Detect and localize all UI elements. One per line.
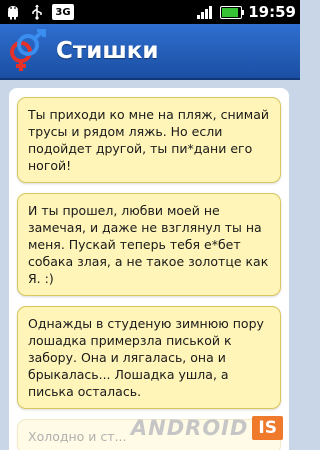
battery-icon <box>220 5 245 19</box>
poem-text: Однажды в студеную зимнюю пору лошадка п… <box>28 316 264 399</box>
gender-symbols-icon <box>4 28 48 73</box>
watermark-text: ANDROID <box>130 416 249 440</box>
poem-card[interactable]: Однажды в студеную зимнюю пору лошадка п… <box>17 306 281 409</box>
poem-card[interactable]: Ты приходи ко мне на пляж, снимай трусы … <box>17 97 281 183</box>
watermark: ANDROID IS <box>131 416 283 440</box>
usb-icon <box>28 3 46 21</box>
poem-text: Холодно и ст... <box>28 429 127 444</box>
status-left-icons: 3G <box>4 3 74 21</box>
app-title-bar: Стишки <box>0 24 300 80</box>
status-right-icons: 19:59 <box>196 0 296 24</box>
battery-level <box>222 7 239 17</box>
poem-text: И ты прошел, любви моей не замечая, и да… <box>28 203 269 286</box>
status-bar: 3G 19:59 <box>0 0 300 24</box>
poem-text: Ты приходи ко мне на пляж, снимай трусы … <box>28 107 270 173</box>
signal-icon <box>196 3 214 21</box>
poem-card[interactable]: И ты прошел, любви моей не замечая, и да… <box>17 193 281 296</box>
android-debug-icon <box>4 3 22 21</box>
poems-list[interactable]: Ты приходи ко мне на пляж, снимай трусы … <box>9 88 289 450</box>
3g-icon: 3G <box>52 4 74 20</box>
watermark-badge: IS <box>252 416 283 440</box>
clock: 19:59 <box>248 3 296 21</box>
app-title: Стишки <box>56 38 159 64</box>
